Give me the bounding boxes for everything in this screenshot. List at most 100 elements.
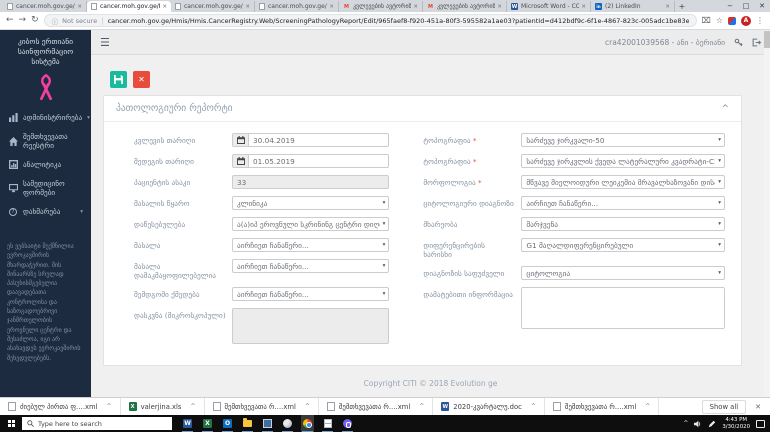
sidebar-item-help[interactable]: ? დახმარება ▾ (0, 202, 91, 221)
close-button[interactable]: ✕ (754, 2, 770, 10)
tab-close-icon[interactable]: ✕ (77, 4, 82, 10)
material-select[interactable]: აირჩიეთ ჩანაწერი... ▾ (232, 238, 390, 252)
maximize-button[interactable]: □ (738, 2, 754, 10)
tab-close-icon[interactable]: ✕ (665, 4, 670, 10)
notepad-app-icon[interactable] (321, 415, 334, 432)
institution-select[interactable]: ა(ა)იპ ეროვნული სკრინინგ ცენტრი დიღმის ფ… (232, 217, 390, 231)
pen-input-icon[interactable] (708, 420, 716, 428)
show-all-button[interactable]: Show all (701, 399, 747, 414)
topography-select-2[interactable]: სარძევე ჯირკვლის ქვედა ლატერალური კვადრა… (521, 154, 725, 168)
tab-word-covid[interactable]: W Microsoft Word - COVID-1… ✕ (507, 1, 591, 12)
sidebar-item-medical-forms[interactable]: სამედიცინო ფორმები (0, 174, 91, 202)
material-source-select[interactable]: კლინიკა ▾ (232, 196, 390, 210)
laterality-select[interactable]: მარჯვენა ▾ (521, 217, 725, 231)
download-item[interactable]: შემთხვევათა რ….xml ^ (205, 398, 319, 415)
scrollbar-thumb[interactable] (764, 31, 770, 48)
chrome-menu-icon[interactable]: ⋮ (756, 16, 764, 25)
chevron-up-icon[interactable]: ^ (190, 403, 195, 410)
key-icon[interactable] (734, 38, 743, 47)
tab-gmail-2[interactable]: M კვლევების ავტორიზაცი… ✕ (423, 1, 507, 12)
chrome-taskbar-icon[interactable] (301, 415, 314, 432)
study-date-input[interactable]: 30.04.2019 (232, 133, 390, 147)
start-button[interactable] (0, 420, 22, 427)
file-explorer-icon[interactable] (241, 415, 254, 432)
page-favicon (175, 3, 181, 10)
diagnosis-basis-select[interactable]: ციტოლოგია ▾ (521, 266, 725, 281)
download-item[interactable]: შემთხვევათა რ….xml ^ (319, 398, 434, 415)
tab-cancer-4[interactable]: cancer.moh.gov.ge/Hmis/:… ✕ (255, 1, 339, 12)
chevron-up-icon[interactable]: ^ (645, 403, 650, 410)
tab-cancer-3[interactable]: cancer.moh.gov.ge/Hmis/:… ✕ (171, 1, 255, 12)
chevron-up-icon[interactable]: ^ (305, 403, 310, 410)
save-button[interactable] (110, 71, 127, 88)
address-bar[interactable]: ⓘ Not secure | cancer.moh.gov.ge/Hmis/Hm… (43, 14, 697, 27)
minimize-button[interactable]: − (722, 2, 738, 10)
tab-close-icon[interactable]: ✕ (413, 4, 418, 10)
word-taskbar-icon[interactable]: W (181, 415, 194, 432)
morphology-select[interactable]: მწვავე მიელოიდური ლეიკემია მრავალხაზოვან… (521, 175, 725, 189)
download-bar-close-icon[interactable]: ✕ (755, 403, 761, 411)
result-date-input[interactable]: 01.05.2019 (232, 154, 390, 168)
outlook-taskbar-icon[interactable]: O (221, 415, 234, 432)
field-microscopic-conclusion: დასკვნა (მიკროსკოპული) (134, 308, 390, 345)
tab-close-icon[interactable]: ✕ (162, 4, 167, 10)
chevron-down-icon: ▾ (87, 114, 90, 121)
download-filename: შემთხვევათა რ….xml (564, 402, 637, 411)
field-value: 30.04.2019 (253, 135, 295, 145)
info-icon[interactable]: ⓘ (52, 16, 59, 26)
hamburger-menu-icon[interactable]: ☰ (100, 36, 110, 49)
send-to-device-icon[interactable]: ⌧ (702, 16, 711, 25)
back-icon[interactable]: ← (6, 16, 14, 25)
collapse-icon[interactable]: ^ (721, 104, 729, 114)
download-item[interactable]: W 2020-კვარტალუ.doc ^ (433, 398, 545, 415)
download-item[interactable]: X valerjina.xls ^ (121, 398, 205, 415)
viber-taskbar-icon[interactable] (341, 415, 354, 432)
url-text[interactable]: cancer.moh.gov.ge/Hmis/Hmis.CancerRegist… (108, 17, 689, 25)
volume-icon[interactable] (694, 420, 702, 428)
tab-close-icon[interactable]: ✕ (329, 4, 334, 10)
tab-close-icon[interactable]: ✕ (245, 4, 250, 10)
tab-close-icon[interactable]: ✕ (581, 4, 586, 10)
chevron-up-icon[interactable]: ^ (531, 403, 536, 410)
window-app-icon[interactable] (261, 415, 274, 432)
material-satisfactory-select[interactable]: აირჩიეთ ჩანაწერი... ▾ (232, 259, 390, 273)
sidebar-item-administration[interactable]: ადმინისტრირება ▾ (0, 108, 91, 127)
sidebar-item-case-registry[interactable]: შემთხვევათა რეესტრი (0, 127, 91, 155)
profile-avatar[interactable]: A (741, 15, 751, 26)
download-item[interactable]: შემთხვევათა რ….xml ^ (545, 398, 660, 415)
extension-icon[interactable] (728, 16, 736, 25)
download-item[interactable]: ძიებულ პირთა ფ….xml ^ (0, 398, 121, 415)
sidebar-item-analytics[interactable]: ანალიტიკა (0, 155, 91, 174)
excel-taskbar-icon[interactable]: X (201, 415, 214, 432)
new-tab-button[interactable]: + (675, 2, 689, 11)
calendar-icon (233, 155, 249, 167)
reload-icon[interactable]: ↻ (31, 16, 39, 25)
forward-icon[interactable]: → (19, 16, 27, 25)
tab-title: (2) LinkedIn (605, 3, 641, 10)
cytology-diagnosis-select[interactable]: აირჩიეთ ჩანაწერი... ▾ (521, 196, 725, 210)
field-cytology-diagnosis: ციტოლოგიური დიაგნოზი აირჩიეთ ჩანაწერი...… (423, 196, 725, 210)
next-action-select[interactable]: აირჩიეთ ჩანაწერი... ▾ (232, 287, 390, 302)
taskbar-search[interactable]: Type here to search (22, 417, 172, 430)
tray-chevron-up-icon[interactable]: ^ (683, 420, 688, 427)
additional-info-textarea[interactable] (521, 287, 725, 330)
notification-center-icon[interactable] (756, 419, 765, 428)
field-patient-age: პაციენტის ასაკი 33 (134, 175, 390, 189)
differentiation-grade-select[interactable]: G1 მაღალდიფერენცირებული ▾ (521, 238, 725, 252)
photos-app-icon[interactable] (281, 415, 294, 432)
taskbar-clock[interactable]: 4:43 PM 3/30/2020 (722, 417, 750, 431)
topography-select-1[interactable]: სარძევე ჯირკვალი-50 ▾ (521, 133, 725, 147)
bookmark-star-icon[interactable]: ☆ (716, 16, 723, 25)
analytics-chart-icon (8, 160, 18, 170)
tab-close-icon[interactable]: ✕ (497, 4, 502, 10)
chevron-up-icon[interactable]: ^ (419, 403, 424, 410)
field-label: დიაგნოზის საფუძველი (423, 269, 505, 279)
tab-linkedin[interactable]: in (2) LinkedIn ✕ (591, 1, 675, 12)
chevron-up-icon[interactable]: ^ (107, 403, 112, 410)
logout-icon[interactable] (752, 38, 761, 47)
tab-cancer-1[interactable]: cancer.moh.gov.ge/Hmis/:… ✕ (3, 1, 87, 12)
tab-cancer-2-active[interactable]: cancer.moh.gov.ge/Hmis/:… ✕ (87, 1, 171, 12)
tab-gmail-1[interactable]: M კვლევების ავტორიზაცი… ✕ (339, 1, 423, 12)
page-scrollbar[interactable] (764, 30, 770, 397)
cancel-button[interactable]: ✕ (133, 71, 150, 88)
